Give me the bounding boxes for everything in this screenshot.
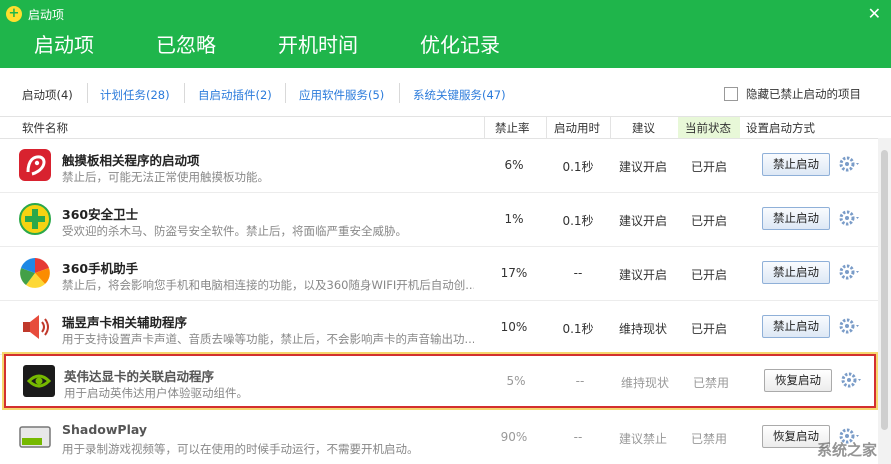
table-row: 360安全卫士 受欢迎的杀木马、防盗号安全软件。禁止后，将面临严重安全威胁。 1… (0, 192, 878, 247)
nvidia-icon (23, 365, 55, 397)
gear-dropdown-icon[interactable] (838, 317, 862, 335)
row-description: 用于录制游戏视频等，可以在使用的时候手动运行，不需要开机启动。 (62, 442, 419, 456)
row-description: 禁止后，可能无法正常使用触摸板功能。 (62, 170, 269, 184)
window-title: 启动项 (28, 8, 65, 22)
shadowplay-icon (19, 426, 51, 448)
row-state: 已禁用 (692, 376, 729, 390)
row-name: ShadowPlay (62, 422, 148, 437)
row-startup-time: -- (573, 266, 583, 280)
row-name: 触摸板相关程序的启动项 (62, 153, 200, 168)
hide-disabled-option[interactable]: 隐藏已禁止启动的项目 (724, 86, 861, 102)
row-name: 英伟达显卡的关联启动程序 (64, 369, 215, 384)
subtab-app-services[interactable]: 应用软件服务(5) (299, 87, 384, 103)
subtab-startup-items[interactable]: 启动项(4) (22, 87, 73, 103)
row-disable-rate: 17% (500, 266, 528, 280)
divider (184, 83, 185, 103)
main-tabs: 启动项 已忽略 开机时间 优化记录 (22, 28, 550, 72)
row-state: 已开启 (690, 322, 727, 336)
table-row: 瑞昱声卡相关辅助程序 用于支持设置声卡声道、音质去噪等功能，禁止后，不会影响声卡… (0, 300, 878, 355)
row-name: 360安全卫士 (62, 207, 139, 222)
table-header: 软件名称 禁止率 启动用时 建议 当前状态 设置启动方式 (0, 117, 891, 139)
divider (399, 83, 400, 103)
table-row: 触摸板相关程序的启动项 禁止后，可能无法正常使用触摸板功能。 6% 0.1秒 建… (0, 138, 878, 193)
col-software-name: 软件名称 (22, 121, 68, 135)
row-state: 已禁用 (690, 432, 727, 446)
gear-dropdown-icon[interactable] (838, 209, 862, 227)
gear-dropdown-icon[interactable] (838, 155, 862, 173)
close-button[interactable]: ✕ (868, 4, 881, 23)
divider (87, 83, 88, 103)
row-suggestion: 维持现状 (620, 376, 669, 390)
table-row-highlighted: 英伟达显卡的关联启动程序 用于启动英伟达用户体验驱动组件。 5% -- 维持现状… (4, 354, 876, 408)
tab-optimize-log[interactable]: 优化记录 (408, 28, 512, 68)
row-suggestion: 建议开启 (618, 268, 667, 282)
scrollbar-thumb[interactable] (881, 150, 888, 430)
360-safe-icon (19, 203, 51, 235)
app-logo-icon: + (6, 6, 22, 22)
tab-ignored[interactable]: 已忽略 (144, 28, 228, 68)
restore-startup-button[interactable]: 恢复启动 (764, 369, 832, 392)
subtab-system-services[interactable]: 系统关键服务(47) (413, 87, 506, 103)
disable-startup-button[interactable]: 禁止启动 (762, 153, 830, 176)
disable-startup-button[interactable]: 禁止启动 (762, 315, 830, 338)
subtab-scheduled-tasks[interactable]: 计划任务(28) (100, 87, 170, 103)
disable-startup-button[interactable]: 禁止启动 (762, 261, 830, 284)
header-bar: + 启动项 ✕ 启动项 已忽略 开机时间 优化记录 (0, 0, 891, 72)
divider (546, 117, 547, 138)
row-disable-rate: 5% (506, 374, 526, 388)
row-suggestion: 建议禁止 (618, 432, 667, 446)
row-name: 瑞昱声卡相关辅助程序 (62, 315, 188, 330)
360-mobile-assistant-icon (20, 258, 50, 288)
disable-startup-button[interactable]: 禁止启动 (762, 207, 830, 230)
row-startup-time: 0.1秒 (562, 322, 594, 336)
row-description: 用于支持设置声卡声道、音质去噪等功能，禁止后，不会影响声卡的声音输出功... (62, 332, 474, 346)
row-description: 用于启动英伟达用户体验驱动组件。 (64, 386, 248, 400)
row-state: 已开启 (690, 268, 727, 282)
speaker-icon (23, 315, 49, 339)
row-suggestion: 维持现状 (618, 322, 667, 336)
row-startup-time: 0.1秒 (562, 160, 594, 174)
row-disable-rate: 10% (500, 320, 528, 334)
row-disable-rate: 90% (500, 430, 528, 444)
gear-dropdown-icon[interactable] (840, 371, 864, 389)
col-current-state: 当前状态 (685, 121, 731, 135)
row-disable-rate: 6% (504, 158, 524, 172)
subtab-startup-plugins[interactable]: 自启动插件(2) (198, 87, 272, 103)
divider (285, 83, 286, 103)
col-suggestion: 建议 (632, 121, 655, 135)
row-startup-time: 0.1秒 (562, 214, 594, 228)
tab-startup[interactable]: 启动项 (22, 28, 106, 72)
tab-boot-time[interactable]: 开机时间 (266, 28, 370, 68)
title-bar: + 启动项 ✕ (0, 0, 891, 28)
watermark: 系统之家 (816, 441, 877, 459)
row-startup-time: -- (575, 374, 585, 388)
touchpad-app-icon (19, 149, 51, 181)
row-name: 360手机助手 (62, 261, 139, 276)
col-startup-time: 启动用时 (554, 121, 600, 135)
gear-dropdown-icon[interactable] (838, 263, 862, 281)
row-state: 已开启 (690, 214, 727, 228)
col-startup-method: 设置启动方式 (746, 121, 815, 135)
row-state: 已开启 (690, 160, 727, 174)
table-row: 360手机助手 禁止后，将会影响您手机和电脑相连接的功能，以及360随身WIFI… (0, 246, 878, 301)
table-row: ShadowPlay 用于录制游戏视频等，可以在使用的时候手动运行，不需要开机启… (0, 410, 878, 464)
row-suggestion: 建议开启 (618, 214, 667, 228)
vertical-scrollbar[interactable] (878, 138, 891, 464)
row-suggestion: 建议开启 (618, 160, 667, 174)
row-disable-rate: 1% (504, 212, 524, 226)
row-description: 禁止后，将会影响您手机和电脑相连接的功能，以及360随身WIFI开机后自动创..… (62, 278, 474, 292)
app-window: + 启动项 ✕ 启动项 已忽略 开机时间 优化记录 启动项(4) 计划任务(28… (0, 0, 891, 464)
divider (610, 117, 611, 138)
col-disable-rate: 禁止率 (495, 121, 530, 135)
row-startup-time: -- (573, 430, 583, 444)
hide-disabled-checkbox[interactable] (724, 87, 738, 101)
hide-disabled-label: 隐藏已禁止启动的项目 (746, 87, 861, 101)
divider (484, 117, 485, 138)
row-description: 受欢迎的杀木马、防盗号安全软件。禁止后，将面临严重安全威胁。 (62, 224, 407, 238)
